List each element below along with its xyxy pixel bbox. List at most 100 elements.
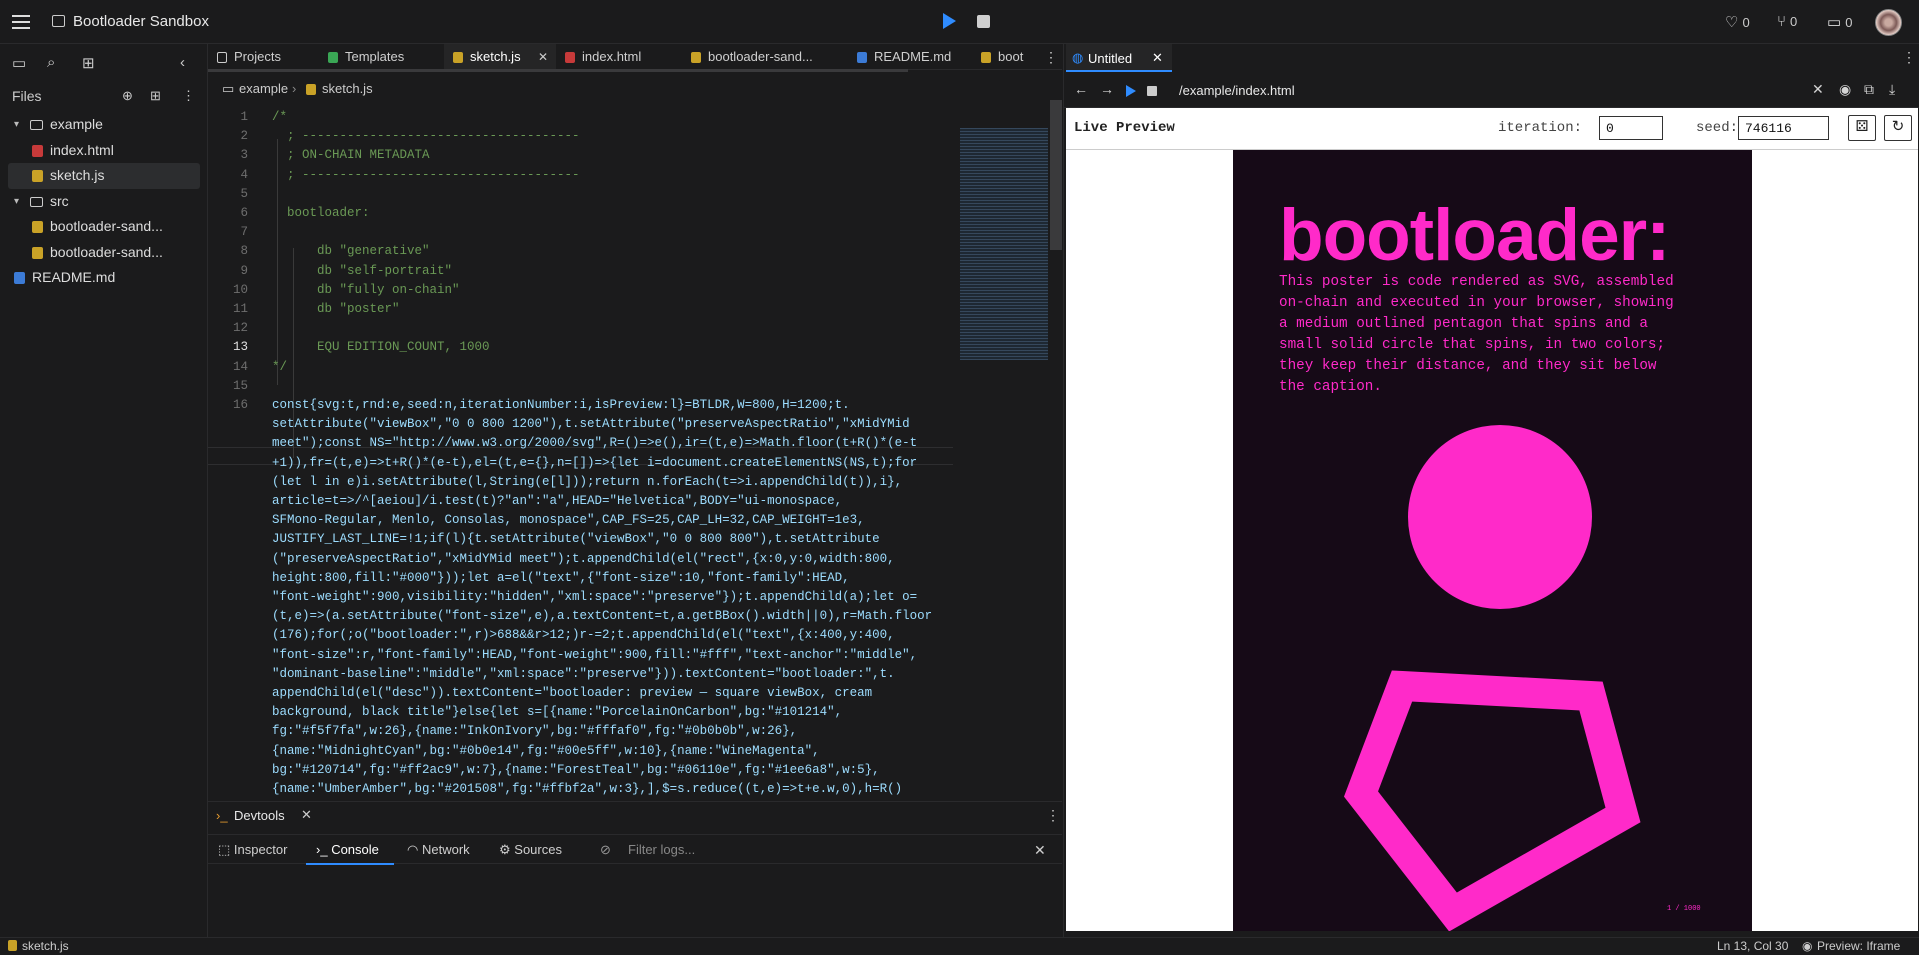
- search-icon[interactable]: ⌕: [47, 54, 55, 74]
- tree-file-bootloader-2[interactable]: bootloader-sand...: [0, 240, 208, 266]
- tree-file-sketch-js[interactable]: sketch.js: [8, 163, 200, 189]
- seed-input[interactable]: [1738, 116, 1829, 140]
- tab-projects[interactable]: Projects: [208, 44, 319, 69]
- close-icon[interactable]: ✕: [301, 807, 312, 823]
- code-line: db "self-portrait": [272, 263, 453, 278]
- tree-file-index-html[interactable]: index.html: [0, 138, 208, 164]
- stop-icon[interactable]: [977, 15, 990, 28]
- code-line: {name:"UmberAmber",bg:"#201508",fg:"#ffb…: [272, 782, 903, 796]
- tab-bootloader[interactable]: bootloader-sand...: [682, 44, 848, 69]
- code-line: +1)),fr=(t,e)=>t+R()*(e-t),el=(t,e={},n=…: [272, 455, 918, 470]
- js-file-icon: [32, 246, 43, 259]
- code-line: bootloader:: [272, 206, 370, 220]
- broadcast-icon: ◉: [1802, 939, 1813, 953]
- code-line: ; ON-CHAIN METADATA: [272, 148, 430, 163]
- menu-icon[interactable]: [10, 12, 32, 32]
- collapse-sidebar-icon[interactable]: ‹: [180, 54, 185, 74]
- broadcast-icon[interactable]: ◉: [1839, 81, 1851, 98]
- comment-icon: ▭: [1827, 14, 1842, 31]
- run-icon[interactable]: [943, 13, 956, 29]
- likes-button[interactable]: ♡ 0: [1725, 13, 1750, 31]
- clear-url-icon[interactable]: ✕: [1812, 81, 1824, 98]
- comments-button[interactable]: ▭ 0: [1827, 13, 1852, 31]
- tab-index-html[interactable]: index.html: [556, 44, 682, 69]
- line-number: 13: [232, 340, 248, 355]
- preview-iframe[interactable]: bootloader: This poster is code rendered…: [1066, 150, 1918, 931]
- tab-readme[interactable]: README.md: [848, 44, 972, 69]
- code-line: meet");const NS="http://www.w3.org/2000/…: [272, 436, 918, 451]
- refresh-button[interactable]: ↻: [1884, 115, 1912, 141]
- more-icon[interactable]: ⋮: [1902, 49, 1916, 66]
- forks-button[interactable]: ⑂ 0: [1777, 13, 1797, 30]
- run-icon[interactable]: [1126, 85, 1136, 97]
- code-line: height:800,fill:"#000"}));let a=el("text…: [272, 570, 850, 585]
- tree-file-bootloader-1[interactable]: bootloader-sand...: [0, 214, 208, 240]
- network-icon: ◠: [407, 842, 419, 857]
- url-field[interactable]: /example/index.html: [1179, 83, 1295, 98]
- close-icon[interactable]: ✕: [538, 44, 548, 69]
- breadcrumb-folder[interactable]: example: [239, 81, 288, 96]
- code-line: EQU EDITION_COUNT, 1000: [272, 340, 490, 355]
- tab-templates[interactable]: Templates: [319, 44, 444, 69]
- tree-folder-example[interactable]: ▾ example: [0, 112, 208, 138]
- minimap[interactable]: [960, 128, 1048, 360]
- app-title: Bootloader Sandbox: [73, 13, 209, 30]
- download-icon[interactable]: ⤓: [1889, 81, 1895, 98]
- filter-logs-input[interactable]: Filter logs...: [628, 842, 695, 857]
- markdown-file-icon: [857, 52, 867, 63]
- breadcrumb-file[interactable]: sketch.js: [322, 81, 373, 96]
- globe-icon: ◍: [1072, 50, 1084, 65]
- open-window-icon[interactable]: ⧉: [1864, 81, 1874, 98]
- status-bar: sketch.js Ln 13, Col 30 ◉ Preview: Ifram…: [0, 937, 1919, 955]
- file-tree: ▾ example index.html sketch.js ▾ src bootl…: [0, 112, 208, 291]
- tree-folder-src[interactable]: ▾ src: [0, 189, 208, 215]
- live-preview-label: Live Preview: [1074, 120, 1175, 136]
- back-icon[interactable]: ←: [1074, 81, 1088, 97]
- close-icon[interactable]: ✕: [1034, 842, 1046, 859]
- new-file-icon[interactable]: ⊕: [122, 88, 133, 108]
- markdown-file-icon: [14, 272, 25, 284]
- js-file-icon: [32, 221, 43, 233]
- tabs-more-icon[interactable]: ⋮: [1036, 44, 1058, 69]
- tab-sources[interactable]: ⚙ Sources: [499, 842, 562, 858]
- cursor-position[interactable]: Ln 13, Col 30: [1717, 939, 1788, 953]
- files-view-icon[interactable]: ▭: [12, 54, 26, 74]
- extensions-icon[interactable]: ⊞: [82, 54, 95, 74]
- outlined-pentagon: [1343, 670, 1641, 931]
- tabs-scrollbar[interactable]: [208, 69, 908, 72]
- app-window: Bootloader Sandbox ♡ 0 ⑂ 0 ▭ 0 ▭ ⌕ ⊞ ‹ File…: [0, 0, 1919, 955]
- tab-boot[interactable]: boot: [972, 44, 1032, 69]
- close-icon[interactable]: ✕: [1152, 50, 1163, 66]
- chevron-down-icon: ▾: [14, 195, 20, 207]
- more-icon[interactable]: ⋮: [1046, 807, 1060, 824]
- tab-network[interactable]: ◠ Network: [407, 842, 470, 858]
- forward-icon[interactable]: →: [1100, 81, 1114, 97]
- preview-pane: ◍ Untitled ✕ ⋮ ← → /example/index.html ✕…: [1063, 44, 1919, 937]
- js-file-icon: [981, 52, 991, 63]
- iteration-input[interactable]: [1599, 116, 1663, 140]
- code-editor[interactable]: 1 2 3 4 5 6 7 8 9 10 11 12 13 14 15 16 /* ; -----------…: [208, 108, 960, 798]
- tab-sketch-js[interactable]: sketch.js ✕: [444, 44, 556, 69]
- more-icon[interactable]: ⋮: [182, 88, 195, 108]
- code-line: SFMono-Regular, Menlo, Consolas, monospa…: [272, 513, 865, 528]
- clear-console-icon[interactable]: ⊘: [600, 842, 611, 858]
- tab-console[interactable]: ›_ Console: [316, 842, 379, 857]
- url-bar: ← → /example/index.html ✕ ◉ ⧉ ⤓: [1064, 74, 1919, 108]
- tree-file-readme[interactable]: README.md: [0, 265, 208, 291]
- tab-inspector[interactable]: ⬚ Inspector: [218, 842, 287, 858]
- solid-circle: [1408, 425, 1592, 609]
- editor-tabs: Projects Templates sketch.js ✕ index.html…: [208, 44, 1062, 70]
- devtools-tabs: ⬚ Inspector ›_ Console ◠ Network ⚙ Sourc…: [208, 834, 1062, 865]
- line-number: 8: [240, 244, 248, 259]
- line-number: 1: [240, 110, 248, 124]
- preview-mode[interactable]: Preview: Iframe: [1817, 939, 1900, 953]
- random-seed-button[interactable]: ⚄: [1848, 115, 1876, 141]
- new-folder-icon[interactable]: ⊞: [150, 88, 161, 108]
- line-number: 10: [232, 282, 248, 297]
- code-line: ("preserveAspectRatio","xMidYMid meet");…: [272, 551, 895, 566]
- stop-icon[interactable]: [1147, 86, 1157, 96]
- avatar[interactable]: [1875, 9, 1902, 36]
- tab-untitled[interactable]: ◍ Untitled ✕: [1066, 44, 1172, 72]
- line-number: 9: [240, 263, 248, 278]
- editor-scrollbar[interactable]: [1050, 100, 1062, 250]
